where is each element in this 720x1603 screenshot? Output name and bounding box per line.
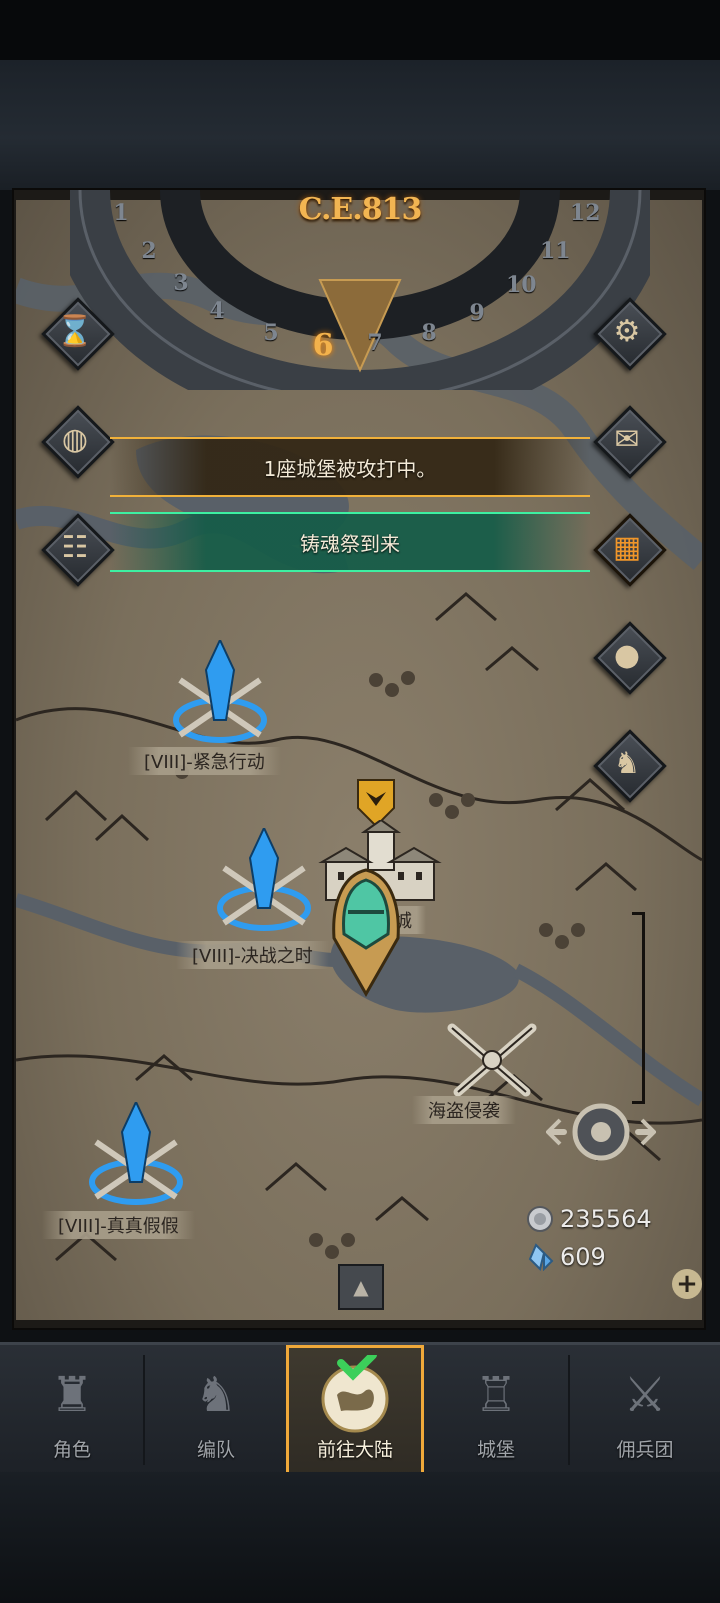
coin-icon: ● bbox=[613, 637, 641, 673]
crystal-amount: 609 bbox=[560, 1243, 606, 1271]
calendar-grid-icon: ▦ bbox=[612, 529, 642, 565]
month-10[interactable]: 10 bbox=[506, 272, 537, 298]
bottom-band bbox=[0, 1472, 720, 1603]
resource-panel: 235564 609 bbox=[526, 1200, 716, 1276]
silver-coin-icon bbox=[527, 1206, 553, 1232]
month-12[interactable]: 12 bbox=[570, 200, 601, 226]
month-8[interactable]: 8 bbox=[418, 320, 440, 346]
month-1[interactable]: 1 bbox=[110, 200, 132, 226]
silver-row: 235564 bbox=[526, 1200, 716, 1238]
mercenary-icon: ⚔ bbox=[623, 1367, 667, 1423]
month-2[interactable]: 2 bbox=[138, 238, 160, 264]
settings-button[interactable]: ⚙ bbox=[592, 296, 667, 371]
chevron-up-icon: ▲ bbox=[353, 1275, 369, 1299]
month-9[interactable]: 9 bbox=[466, 300, 488, 326]
marker-label-pirate[interactable]: 海盗侵袭 bbox=[412, 1096, 516, 1124]
knight-icon: ♜ bbox=[50, 1367, 94, 1423]
player-army-marker[interactable] bbox=[330, 868, 402, 998]
nav-item-character[interactable]: ♜ 角色 bbox=[0, 1345, 144, 1475]
month-3[interactable]: 3 bbox=[170, 270, 192, 296]
month-6-current[interactable]: 6 bbox=[312, 328, 334, 363]
marker-label-urgent[interactable]: [VIII]-紧急行动 bbox=[128, 747, 281, 775]
knight-helmet-icon bbox=[332, 868, 400, 998]
event-notice-banner[interactable]: 铸魂祭到来 bbox=[110, 512, 590, 572]
month-7[interactable]: 7 bbox=[364, 330, 386, 356]
year-label: C.E.813 bbox=[298, 192, 423, 227]
scroll-button[interactable]: ☷ bbox=[40, 512, 115, 587]
money-bag-icon: ◍ bbox=[61, 421, 89, 457]
month-11[interactable]: 11 bbox=[540, 238, 571, 264]
nav-item-castle[interactable]: ♖ 城堡 bbox=[424, 1345, 568, 1475]
mail-button[interactable]: ✉ bbox=[592, 404, 667, 479]
crossed-swords-icon bbox=[447, 1023, 537, 1097]
siege-notice-banner[interactable]: 1座城堡被攻打中。 bbox=[110, 437, 590, 497]
zoom-slider[interactable] bbox=[632, 912, 645, 1104]
marker-label-truth[interactable]: [VIII]-真真假假 bbox=[42, 1211, 195, 1239]
month-4[interactable]: 4 bbox=[206, 298, 228, 324]
nav-label: 佣兵团 bbox=[616, 1439, 674, 1461]
hourglass-button[interactable]: ⌛ bbox=[40, 296, 115, 371]
map-marker-decisive[interactable] bbox=[214, 825, 314, 938]
map-marker-truth[interactable] bbox=[86, 1099, 186, 1212]
add-crystal-button[interactable]: + bbox=[672, 1269, 702, 1299]
nav-item-formation[interactable]: ♞ 编队 bbox=[144, 1345, 288, 1475]
bottom-nav: ♜ 角色 ♞ 编队 前往大陆 ♖ 城堡 ⚔ 佣兵团 bbox=[0, 1342, 720, 1475]
calendar-dial bbox=[70, 140, 650, 390]
knight-helmet-icon: ♞ bbox=[613, 745, 641, 781]
blue-crystal-icon bbox=[217, 825, 311, 931]
mail-icon: ✉ bbox=[614, 421, 640, 457]
nav-label: 前往大陆 bbox=[316, 1439, 393, 1461]
nav-label: 城堡 bbox=[476, 1439, 515, 1461]
nav-item-mercenary[interactable]: ⚔ 佣兵团 bbox=[570, 1345, 720, 1475]
silver-amount: 235564 bbox=[560, 1205, 652, 1233]
world-map-icon bbox=[286, 1355, 424, 1435]
nav-item-continent[interactable]: 前往大陆 bbox=[286, 1345, 424, 1475]
scroll-icon: ☷ bbox=[61, 529, 89, 565]
castle-icon: ♖ bbox=[474, 1367, 518, 1423]
map-marker-urgent[interactable] bbox=[170, 637, 270, 750]
crosshair-icon bbox=[545, 1103, 657, 1161]
month-5[interactable]: 5 bbox=[260, 320, 282, 346]
knight-button[interactable]: ♞ bbox=[592, 728, 667, 803]
nav-label: 角色 bbox=[52, 1439, 91, 1461]
collapse-button[interactable]: ▲ bbox=[338, 1264, 384, 1310]
blue-crystal-icon bbox=[89, 1099, 183, 1205]
calendar-button[interactable]: ▦ bbox=[592, 512, 667, 587]
blue-crystal-icon bbox=[173, 637, 267, 743]
marker-label-decisive[interactable]: [VIII]-决战之时 bbox=[176, 941, 329, 969]
status-bar-area bbox=[0, 0, 720, 60]
locate-button[interactable] bbox=[545, 1094, 657, 1170]
helmet-icon: ♞ bbox=[194, 1367, 238, 1423]
gear-icon: ⚙ bbox=[613, 313, 641, 349]
coin-button[interactable]: ● bbox=[592, 620, 667, 695]
crystal-icon bbox=[528, 1243, 554, 1271]
money-bag-button[interactable]: ◍ bbox=[40, 404, 115, 479]
hourglass-icon: ⌛ bbox=[56, 313, 94, 349]
nav-label: 编队 bbox=[196, 1439, 235, 1461]
pirate-raid-marker[interactable] bbox=[444, 1020, 540, 1100]
